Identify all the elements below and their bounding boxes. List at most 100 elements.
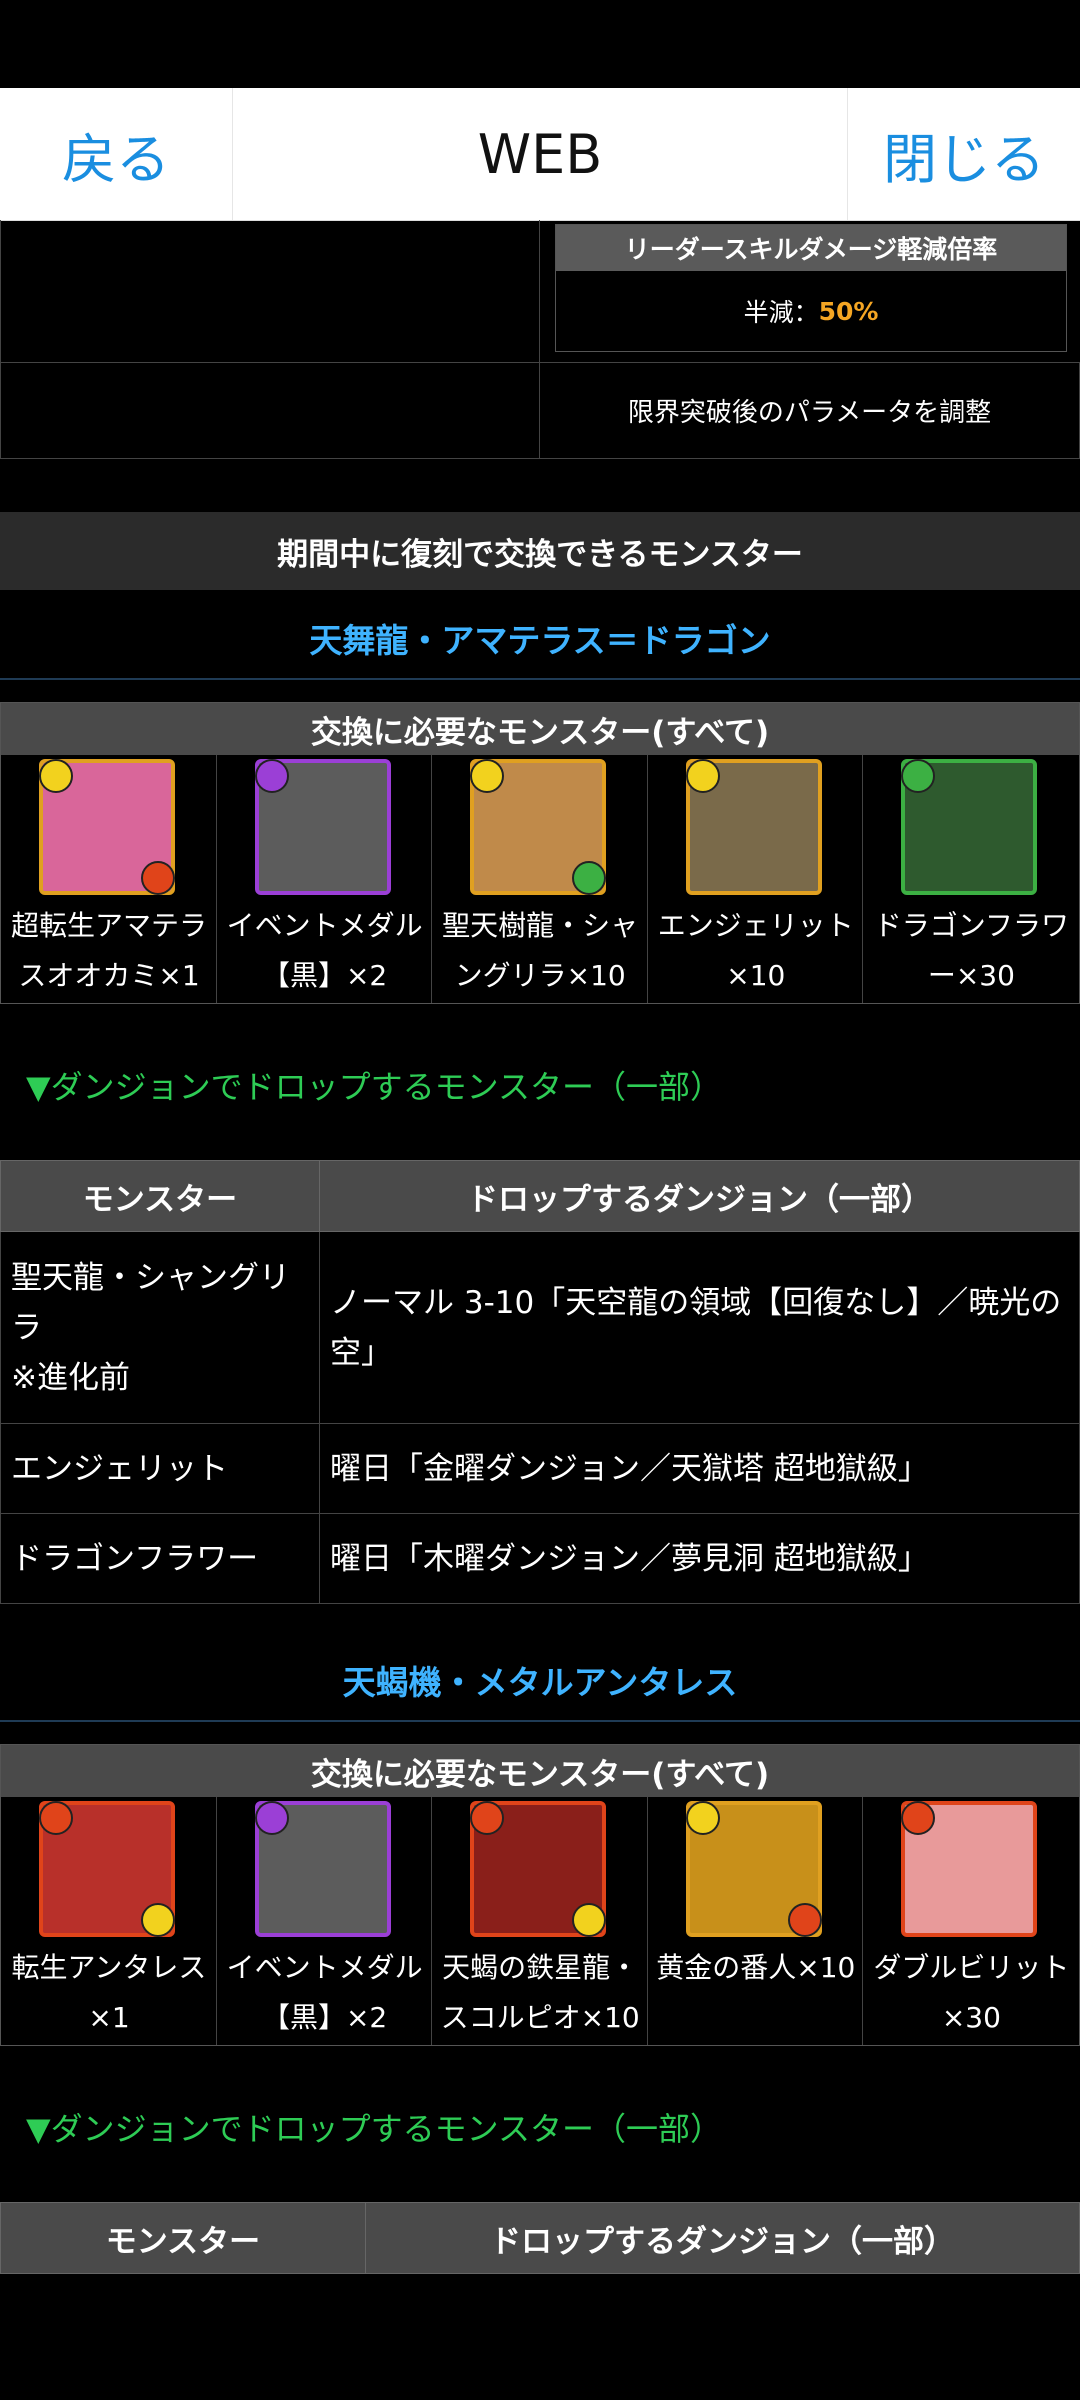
golden-guardian-icon[interactable] [685,1801,822,1937]
exchange-monster-name: ダブルビリット ×30 [863,1943,1079,2043]
leader-skill-header: リーダースキルダメージ軽減倍率 [556,225,1066,271]
drop-dungeon-cell: 曜日「木曜ダンジョン／夢見洞 超地獄級」 [319,1513,1080,1604]
exchange-table: 交換に必要なモンスター(すべて) 超転生アマテラ スオオカミ×1 イベントメダル 【黒… [0,702,1080,1004]
drop-monster-cell: ドラゴンフラワー [0,1513,320,1604]
drop-monster-cell: エンジェリット [0,1423,320,1514]
dragon-flower-icon[interactable] [901,759,1038,895]
double-bilit-icon[interactable] [901,1801,1038,1937]
limit-break-note: 限界突破後のパラメータを調整 [540,362,1080,458]
exchange-monster-name: 聖天樹龍・シャ ングリラ×10 [432,901,648,1001]
table-row: 限界突破後のパラメータを調整 [0,362,1080,459]
sub-attribute-icon [787,1903,822,1937]
attribute-icon [254,759,289,793]
drop-label: ▼ダンジョンでドロップするモンスター（一部） [26,2110,722,2148]
amaterasu-icon[interactable] [39,759,175,895]
exchange-monster-cell[interactable]: ダブルビリット ×30 [863,1797,1079,2045]
drop-table: モンスター ドロップするダンジョン（一部） [0,2202,1080,2274]
monster-name-line: 聖天樹龍・シャ [442,909,639,942]
monster-name-line: 天蝎の鉄星龍・ [442,1951,639,1984]
exchange-monster-cell[interactable]: 黄金の番人×10 [648,1797,864,2045]
drop-monster-name: 聖天龍・シャングリラ [11,1259,290,1346]
exchange-monster-cell[interactable]: イベントメダル 【黒】×2 [217,755,433,1003]
scorpio-icon[interactable] [470,1801,607,1937]
exchange-header: 交換に必要なモンスター(すべて) [1,703,1079,755]
event-medal-black-icon[interactable] [254,1801,391,1937]
monster-count-line: スコルピオ×10 [440,2001,640,2034]
monster-count-line: 【黒】×2 [261,959,388,992]
monster-name-line: イベントメダル [226,1951,423,1984]
shangri-la-icon[interactable] [470,759,607,895]
exchange-monster-cell[interactable]: 超転生アマテラ スオオカミ×1 [1,755,217,1003]
monster-count-line: ×30 [941,2001,1001,2034]
column-header: ドロップするダンジョン（一部） [319,1160,1080,1232]
exchange-monster-cell[interactable]: 転生アンタレス ×1 [1,1797,217,2045]
drop-monster-cell: 聖天龍・シャングリラ ※進化前 [0,1231,320,1424]
monster-count-line: ー×30 [927,959,1015,992]
drop-monster-note: ※進化前 [11,1359,130,1396]
sub-attribute-icon [572,861,607,895]
page-title: WEB [477,122,603,186]
monster-name-line: ドラゴンフラワ [873,909,1069,942]
attribute-icon [39,759,73,793]
sub-attribute-icon [141,861,175,895]
monster-name-line: イベントメダル [226,909,423,942]
drop-table: モンスター ドロップするダンジョン（一部） 聖天龍・シャングリラ ※進化前 ノー… [0,1160,1080,1604]
leader-skill-box: リーダースキルダメージ軽減倍率 半減： 50% [555,224,1067,352]
monster-name-line: エンジェリット [657,909,854,942]
drop-dungeon-cell: ノーマル 3-10「天空龍の領域【回復なし】／暁光の空」 [319,1231,1080,1424]
sub-attribute-icon [141,1903,175,1937]
exchange-monster-cell[interactable]: ドラゴンフラワ ー×30 [863,755,1079,1003]
exchange-monster-name: 黄金の番人×10 [648,1943,864,1993]
exchange-monster-name: イベントメダル 【黒】×2 [217,901,433,1001]
monster-count-line: ×10 [726,959,786,992]
attribute-icon [901,759,936,793]
angelit-icon[interactable] [685,759,822,895]
attribute-icon [901,1801,936,1835]
table-row: ドラゴンフラワー 曜日「木曜ダンジョン／夢見洞 超地獄級」 [0,1513,1080,1604]
sub-attribute-icon [572,1903,607,1937]
exchange-monster-name: 超転生アマテラ スオオカミ×1 [1,901,217,1001]
attribute-icon [685,1801,720,1835]
reduction-value: 半減： 50% [743,296,879,328]
exchange-monster-name: ドラゴンフラワ ー×30 [863,901,1079,1001]
attribute-icon [470,759,505,793]
monster-count-line: スオオカミ×1 [18,959,200,992]
exchange-header: 交換に必要なモンスター(すべて) [1,1745,1079,1797]
web-nav-bar: 戻る WEB 閉じる [0,88,1080,221]
drop-label: ▼ダンジョンでドロップするモンスター（一部） [26,1068,722,1106]
attribute-icon [470,1801,505,1835]
exchange-monster-name: エンジェリット ×10 [648,901,864,1001]
monster-count-line: ×1 [88,2001,130,2034]
column-header: モンスター [0,1160,320,1232]
exchange-monster-name: 転生アンタレス ×1 [1,1943,217,2043]
table-row: エンジェリット 曜日「金曜ダンジョン／天獄塔 超地獄級」 [0,1423,1080,1514]
monster-name-line: ダブルビリット [873,1951,1070,1984]
table-row: リーダースキルダメージ軽減倍率 半減： 50% [0,220,1080,363]
exchange-monster-cell[interactable]: エンジェリット ×10 [648,755,864,1003]
event-medal-black-icon[interactable] [254,759,391,895]
section-title: 期間中に復刻で交換できるモンスター [0,512,1080,590]
column-header: モンスター [0,2202,366,2274]
monster-name-line: 転生アンタレス [11,1951,207,1984]
monster-name-line: 超転生アマテラ [10,909,207,942]
close-button[interactable]: 閉じる [847,88,1080,220]
exchange-monster-cell[interactable]: 天蝎の鉄星龍・ スコルピオ×10 [432,1797,648,2045]
group-title: 天舞龍・アマテラス＝ドラゴン [0,598,1080,680]
table-row: 聖天龍・シャングリラ ※進化前 ノーマル 3-10「天空龍の領域【回復なし】／暁… [0,1231,1080,1424]
drop-dungeon-cell: 曜日「金曜ダンジョン／天獄塔 超地獄級」 [319,1423,1080,1514]
exchange-monster-name: 天蝎の鉄星龍・ スコルピオ×10 [432,1943,648,2043]
attribute-icon [39,1801,73,1835]
web-content: リーダースキルダメージ軽減倍率 半減： 50% 限界突破後のパラメータを調整 期間… [0,220,1080,2400]
monster-count-line: 【黒】×2 [261,2001,388,2034]
column-header: ドロップするダンジョン（一部） [365,2202,1080,2274]
back-button[interactable]: 戻る [0,88,233,220]
attribute-icon [254,1801,289,1835]
group-title: 天蝎機・メタルアンタレス [0,1640,1080,1722]
status-bar [0,0,1080,88]
monster-name-line: 黄金の番人×10 [656,1951,856,1984]
attribute-icon [685,759,720,793]
exchange-table: 交換に必要なモンスター(すべて) 転生アンタレス ×1 イベントメダル 【黒】×2 天蝎… [0,1744,1080,2046]
antares-icon[interactable] [39,1801,175,1937]
exchange-monster-cell[interactable]: 聖天樹龍・シャ ングリラ×10 [432,755,648,1003]
exchange-monster-cell[interactable]: イベントメダル 【黒】×2 [217,1797,433,2045]
